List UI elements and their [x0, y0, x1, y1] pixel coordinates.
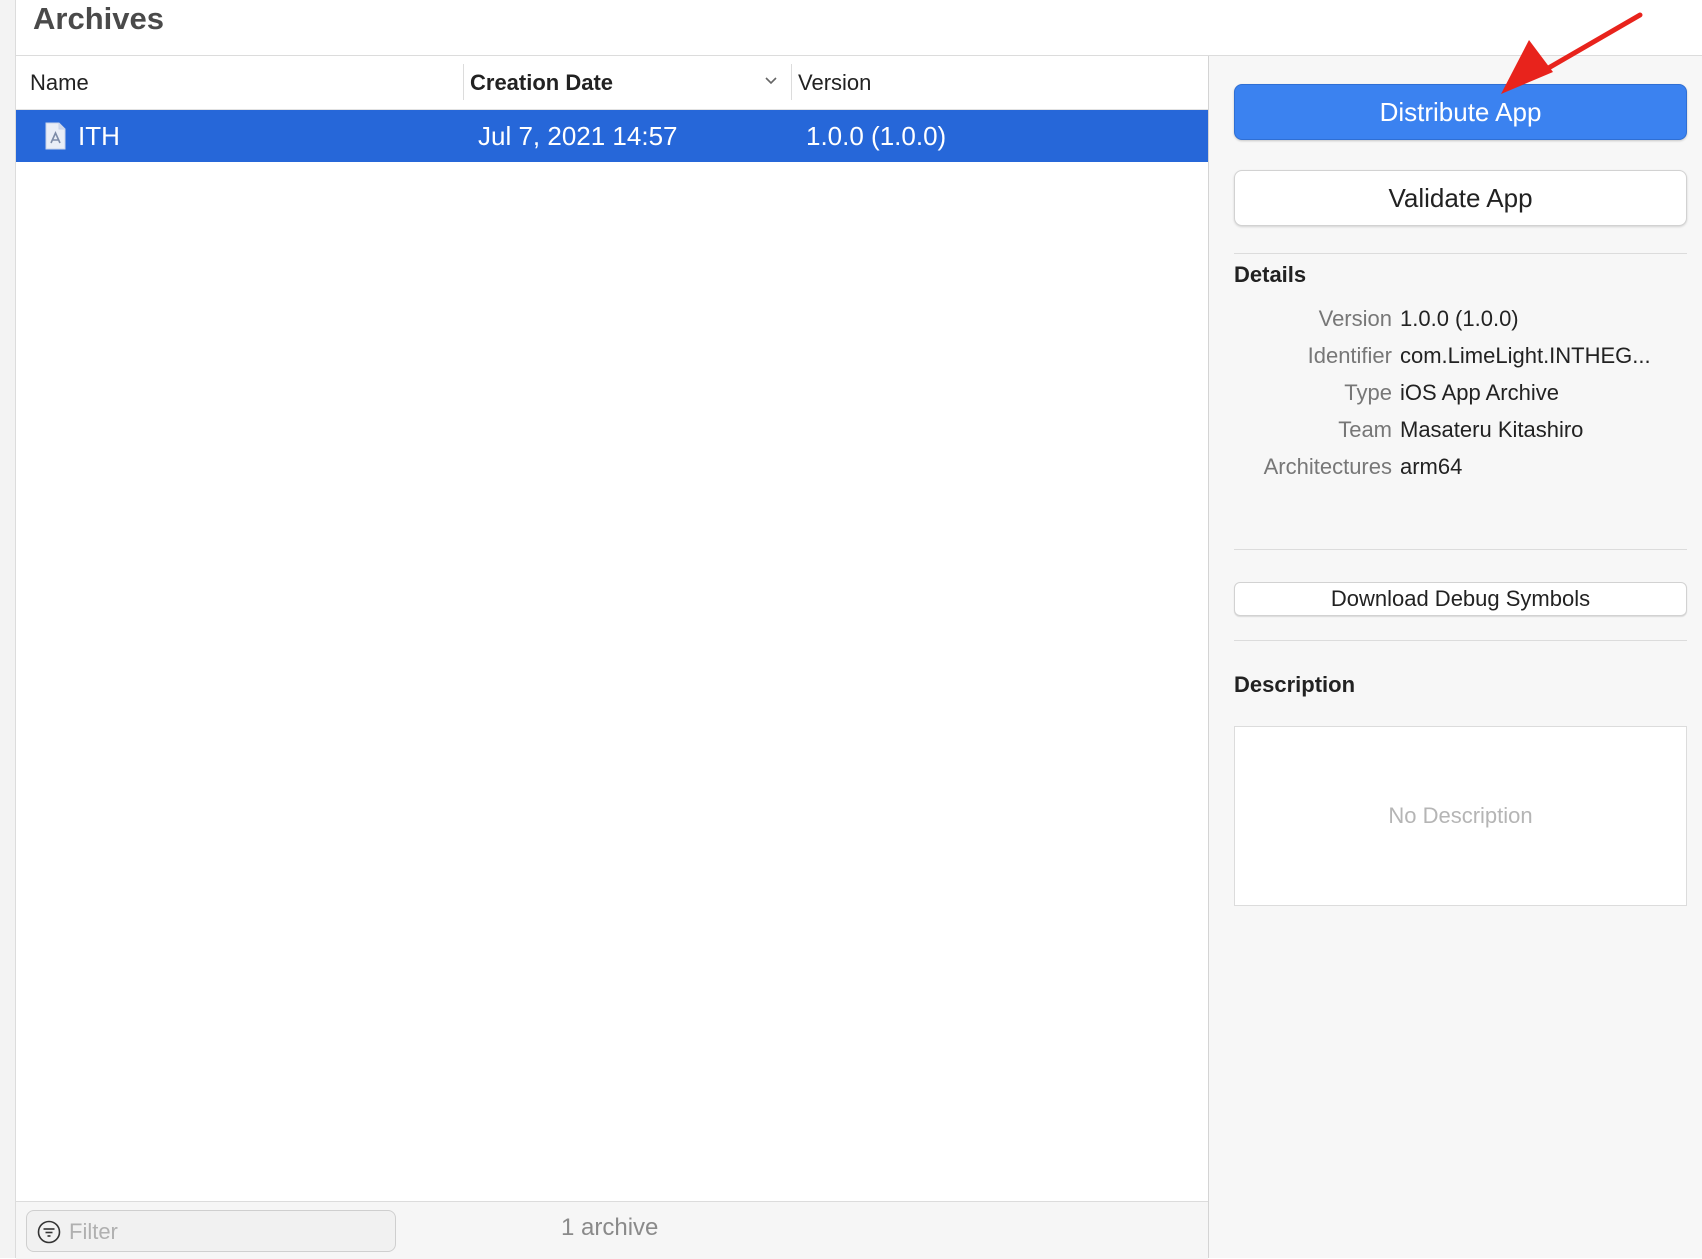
- detail-row-architectures: Architectures arm64: [1234, 454, 1687, 484]
- red-arrow-icon: [1501, 12, 1643, 94]
- filter-input[interactable]: [67, 1215, 391, 1249]
- description-title: Description: [1234, 672, 1356, 697]
- window-left-edge: [0, 0, 16, 1258]
- detail-row-type: Type iOS App Archive: [1234, 380, 1687, 410]
- description-field[interactable]: No Description: [1234, 726, 1687, 906]
- details-title: Details: [1234, 262, 1307, 287]
- list-footer: 1 archive: [16, 1201, 1208, 1259]
- window-title: Archives: [33, 1, 164, 36]
- table-row[interactable]: ITH Jul 7, 2021 14:57 1.0.0 (1.0.0): [16, 110, 1208, 162]
- row-name: ITH: [78, 121, 120, 151]
- column-version-header[interactable]: Version: [798, 56, 871, 109]
- divider: [1234, 549, 1687, 550]
- download-debug-symbols-button[interactable]: Download Debug Symbols: [1234, 582, 1687, 616]
- detail-row-version: Version 1.0.0 (1.0.0): [1234, 306, 1687, 336]
- detail-value: iOS App Archive: [1400, 380, 1559, 405]
- column-header: Name Creation Date Version: [16, 56, 1208, 110]
- archive-list-pane: Name Creation Date Version ITH Jul 7, 20…: [16, 56, 1209, 1259]
- archive-detail-pane: Distribute App Validate App Details Vers…: [1209, 56, 1702, 1258]
- detail-key: Type: [1344, 380, 1392, 405]
- detail-key: Version: [1318, 306, 1392, 331]
- detail-key: Identifier: [1307, 343, 1392, 368]
- detail-value: 1.0.0 (1.0.0): [1400, 306, 1519, 331]
- filter-icon: [37, 1220, 61, 1244]
- detail-key: Team: [1338, 417, 1392, 442]
- chevron-down-icon[interactable]: [764, 74, 778, 88]
- detail-value: Masateru Kitashiro: [1400, 417, 1584, 442]
- filter-field[interactable]: [26, 1210, 396, 1252]
- column-creation-date-header[interactable]: Creation Date: [470, 56, 613, 109]
- divider: [1234, 640, 1687, 641]
- row-creation-date: Jul 7, 2021 14:57: [478, 121, 678, 151]
- detail-row-identifier: Identifier com.LimeLight.INTHEG...: [1234, 343, 1687, 373]
- detail-value: arm64: [1400, 454, 1463, 479]
- divider: [1234, 253, 1687, 254]
- archive-file-icon: [45, 122, 66, 150]
- archive-count: 1 archive: [561, 1214, 659, 1241]
- column-separator[interactable]: [463, 64, 464, 100]
- column-separator[interactable]: [791, 64, 792, 100]
- column-name-header[interactable]: Name: [30, 56, 89, 109]
- detail-key: Architectures: [1263, 454, 1392, 479]
- validate-app-button[interactable]: Validate App: [1234, 170, 1687, 226]
- detail-value: com.LimeLight.INTHEG...: [1400, 343, 1651, 368]
- row-version: 1.0.0 (1.0.0): [806, 121, 947, 151]
- detail-row-team: Team Masateru Kitashiro: [1234, 417, 1687, 447]
- description-placeholder: No Description: [1388, 803, 1533, 828]
